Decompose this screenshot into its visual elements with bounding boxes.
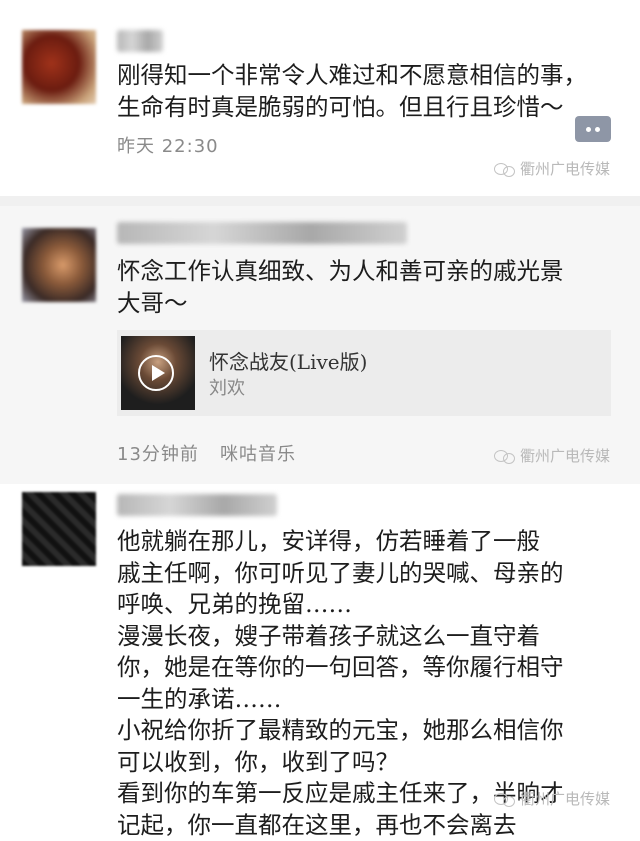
post-time: 昨天 22:30 — [117, 136, 219, 157]
watermark: 衢州广电传媒 — [494, 445, 610, 466]
post-text: 怀念工作认真细致、为人和善可亲的戚光景 大哥～ — [117, 257, 564, 317]
music-title: 怀念战友(Live版) — [209, 350, 368, 374]
post-time: 13分钟前 — [117, 444, 199, 465]
avatar[interactable] — [22, 492, 96, 566]
wechat-logo-icon — [494, 792, 516, 807]
divider — [0, 484, 640, 492]
post-text: 刚得知一个非常令人难过和不愿意相信的事， 生命有时真是脆弱的可怕。但且行且珍惜～ — [117, 61, 587, 121]
music-source-link[interactable]: 咪咕音乐 — [220, 440, 296, 466]
moment-post-1: 刚得知一个非常令人难过和不愿意相信的事， 生命有时真是脆弱的可怕。但且行且珍惜～… — [0, 0, 640, 196]
moment-post-3: 他就躺在那儿，安详得，仿若睡着了一般 戚主任啊，你可听见了妻儿的哭喊、母亲的 呼… — [0, 492, 640, 839]
avatar[interactable] — [22, 30, 96, 104]
wechat-logo-icon — [494, 162, 516, 177]
more-button[interactable] — [575, 116, 611, 142]
album-cover — [121, 336, 195, 410]
more-dots-icon — [586, 126, 591, 132]
avatar[interactable] — [22, 228, 96, 302]
play-icon[interactable] — [138, 355, 174, 391]
watermark: 衢州广电传媒 — [494, 788, 610, 809]
blurred-username[interactable] — [117, 222, 407, 244]
music-artist: 刘欢 — [209, 378, 245, 399]
watermark: 衢州广电传媒 — [494, 158, 610, 179]
blurred-username[interactable] — [117, 494, 277, 516]
blurred-username[interactable] — [117, 30, 163, 52]
divider — [0, 196, 640, 206]
music-card[interactable]: 怀念战友(Live版) 刘欢 — [117, 330, 611, 416]
wechat-logo-icon — [494, 449, 516, 464]
